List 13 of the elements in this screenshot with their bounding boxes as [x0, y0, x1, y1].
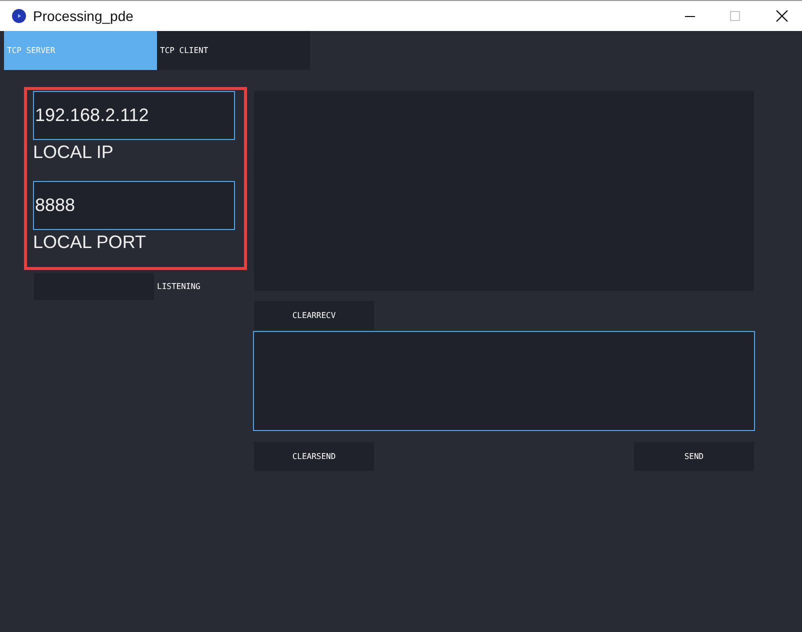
app-icon	[12, 9, 26, 23]
clear-send-button[interactable]: CLEARSEND	[254, 442, 374, 471]
send-button[interactable]: SEND	[634, 442, 754, 471]
field-label: LOCAL IP	[33, 141, 114, 163]
input-field[interactable]: 192.168.2.112	[33, 91, 235, 140]
send-text-area[interactable]	[253, 331, 755, 431]
close-icon[interactable]	[776, 10, 788, 22]
window-title: Processing_pde	[33, 8, 134, 24]
input-field[interactable]: 8888	[33, 181, 235, 230]
tab[interactable]: TCP CLIENT	[157, 31, 310, 70]
clear-receive-button[interactable]: CLEARRECV	[254, 301, 374, 330]
toggle-label: LISTENING	[157, 282, 200, 291]
field-label: LOCAL PORT	[33, 231, 146, 253]
